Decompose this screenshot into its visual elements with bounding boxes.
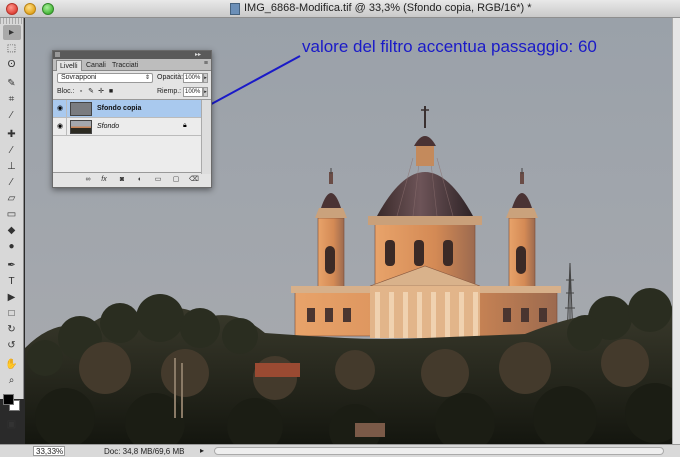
new-layer-icon[interactable]: ▢ <box>171 175 181 185</box>
quick-mask-icon[interactable]: ▣ <box>3 417 21 432</box>
history-brush-icon[interactable]: ⁄ <box>3 175 21 190</box>
shape-icon[interactable]: □ <box>3 306 21 321</box>
tab-tracciati[interactable]: Tracciati <box>109 60 141 71</box>
tool-separator <box>0 123 23 126</box>
delete-layer-icon[interactable]: ⌫ <box>189 175 199 185</box>
visibility-column: ◉ <box>53 100 67 118</box>
visibility-column: ◉ <box>53 118 67 136</box>
dodge-icon[interactable]: ● <box>3 239 21 254</box>
lock-all-icon[interactable]: ■ <box>107 88 115 96</box>
eye-icon[interactable]: ◉ <box>56 105 64 113</box>
path-select-icon[interactable]: ▶ <box>3 290 21 305</box>
layer-name: Sfondo <box>97 123 120 130</box>
opacity-stepper[interactable]: ▸ <box>203 73 208 83</box>
panel-menu-icon[interactable]: ≡ <box>204 60 208 67</box>
fill-stepper[interactable]: ▸ <box>203 87 208 97</box>
tools-panel: ▸ ⬚ ʘ ✎ ⌗ ⁄ ✚ ⁄ ⊥ ⁄ ▱ ▭ ◆ ● ✒ T ▶ □ ↻ ↺ ✋ ⌕ ▣ <box>0 18 24 429</box>
quick-select-icon[interactable]: ✎ <box>3 76 21 91</box>
layer-style-icon[interactable]: fx <box>99 175 109 185</box>
blur-icon[interactable]: ◆ <box>3 223 21 238</box>
brush-icon[interactable]: ⁄ <box>3 143 21 158</box>
annotation-text: valore del filtro accentua passaggio: 60 <box>302 37 597 56</box>
fill-input[interactable]: 100% <box>183 87 203 97</box>
layer-thumbnail <box>70 120 92 134</box>
document-size-info: Doc: 34,8 MB/69,6 MB <box>104 447 185 456</box>
opacity-label: Opacità: <box>157 74 184 81</box>
zoom-level-field[interactable]: 33,33% <box>33 446 65 456</box>
layer-list-scrollbar[interactable] <box>201 100 211 174</box>
fill-label: Riemp.: <box>157 88 182 95</box>
tools-panel-grip[interactable] <box>0 18 23 24</box>
title-bar: IMG_6868-Modifica.tif @ 33,3% (Sfondo co… <box>0 0 680 18</box>
tab-canali[interactable]: Canali <box>83 60 109 71</box>
eyedropper-icon[interactable]: ⁄ <box>3 108 21 123</box>
layers-panel: ▸▸ Livelli Canali Tracciati ≡ Sovrapponi… <box>52 50 212 188</box>
3d-rotate-icon[interactable]: ↻ <box>3 322 21 337</box>
eye-icon[interactable]: ◉ <box>56 123 64 131</box>
clone-stamp-icon[interactable]: ⊥ <box>3 159 21 174</box>
add-mask-icon[interactable]: ◙ <box>117 175 127 185</box>
hand-icon[interactable]: ✋ <box>3 357 21 372</box>
blend-row: Sovrapponi ⇕ Opacità: 100% ▸ <box>53 71 211 85</box>
eraser-icon[interactable]: ▱ <box>3 191 21 206</box>
opacity-input[interactable]: 100% <box>183 73 203 83</box>
zoom-icon[interactable]: ⌕ <box>3 373 21 388</box>
lock-pixels-icon[interactable]: ✎ <box>87 88 95 96</box>
layer-thumbnail <box>70 102 92 116</box>
panel-close-icon[interactable] <box>55 52 60 57</box>
pen-icon[interactable]: ✒ <box>3 258 21 273</box>
tab-livelli[interactable]: Livelli <box>56 60 82 71</box>
layer-row-sfondo-copia[interactable]: ◉ Sfondo copia <box>53 100 201 118</box>
close-window-button[interactable] <box>6 3 18 15</box>
photoshop-window: IMG_6868-Modifica.tif @ 33,3% (Sfondo co… <box>0 0 680 457</box>
chevron-updown-icon: ⇕ <box>144 75 150 81</box>
type-icon[interactable]: T <box>3 274 21 289</box>
new-group-icon[interactable]: ▭ <box>153 175 163 185</box>
layer-row-sfondo[interactable]: ◉ Sfondo 🔒︎ <box>53 118 201 136</box>
layer-name: Sfondo copia <box>97 105 142 112</box>
layer-list: ◉ Sfondo copia ◉ Sfondo 🔒︎ <box>53 99 211 174</box>
blend-mode-select[interactable]: Sovrapponi ⇕ <box>57 73 153 83</box>
status-bar: 33,33% Doc: 34,8 MB/69,6 MB ▸ <box>0 444 680 457</box>
panel-collapse-icon[interactable]: ▸▸ <box>195 51 201 59</box>
marquee-icon[interactable]: ⬚ <box>3 41 21 56</box>
lock-icon: 🔒︎ <box>183 122 187 129</box>
blend-mode-value: Sovrapponi <box>61 74 97 81</box>
vertical-scrollbar[interactable] <box>672 18 680 444</box>
lock-transparency-icon[interactable]: ▫ <box>77 88 85 96</box>
lock-position-icon[interactable]: ✛ <box>97 88 105 96</box>
color-swatches[interactable] <box>0 392 23 416</box>
status-menu-arrow-icon[interactable]: ▸ <box>200 446 204 455</box>
tool-separator <box>0 72 23 75</box>
adjustment-layer-icon[interactable]: ◐ <box>135 175 145 185</box>
layers-panel-footer: ∞ fx ◙ ◐ ▭ ▢ ⌫ <box>53 173 211 187</box>
tool-separator <box>0 353 23 356</box>
horizontal-scrollbar[interactable] <box>214 447 664 455</box>
lasso-icon[interactable]: ʘ <box>3 57 21 72</box>
window-title: IMG_6868-Modifica.tif @ 33,3% (Sfondo co… <box>244 2 532 14</box>
document-icon <box>230 3 240 15</box>
basilica <box>291 106 561 338</box>
layers-panel-titlebar[interactable]: ▸▸ <box>53 51 211 59</box>
link-layers-icon[interactable]: ∞ <box>83 175 93 185</box>
healing-icon[interactable]: ✚ <box>3 127 21 142</box>
3d-orbit-icon[interactable]: ↺ <box>3 338 21 353</box>
gradient-icon[interactable]: ▭ <box>3 207 21 222</box>
tool-separator <box>0 254 23 257</box>
crop-icon[interactable]: ⌗ <box>3 92 21 107</box>
layers-panel-tabs: Livelli Canali Tracciati ≡ <box>53 59 211 71</box>
foreground-color-swatch[interactable] <box>3 394 14 405</box>
zoom-window-button[interactable] <box>42 3 54 15</box>
minimize-window-button[interactable] <box>24 3 36 15</box>
lock-label: Bloc.: <box>57 88 75 95</box>
move-icon[interactable]: ▸ <box>2 25 21 40</box>
lock-row: Bloc.: ▫ ✎ ✛ ■ Riemp.: 100% ▸ <box>53 85 211 99</box>
